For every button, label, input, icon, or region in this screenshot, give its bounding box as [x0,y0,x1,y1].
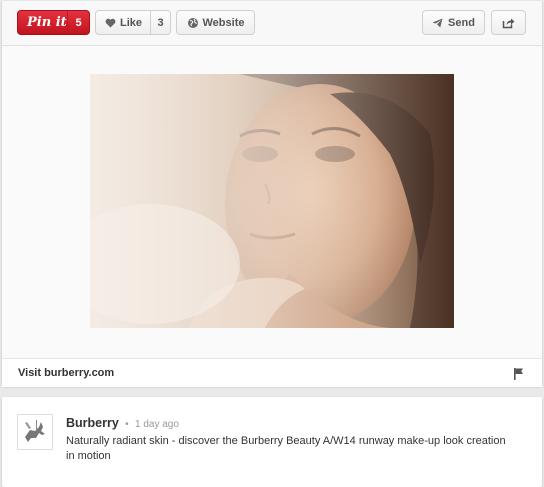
globe-icon [187,17,199,29]
pin-it-button[interactable]: Pin it 5 [17,10,90,35]
pinner-card: Burberry • 1 day ago Naturally radiant s… [2,397,542,487]
pin-timestamp: 1 day ago [135,419,179,430]
flag-icon[interactable] [514,367,524,385]
pin-image-area [2,46,542,358]
burberry-knight-logo [25,420,45,442]
pin-count: 5 [67,11,89,34]
share-arrow-icon [502,17,515,29]
pin-it-label: Pin it [27,15,67,30]
heart-icon [105,18,116,28]
separator-dot: • [125,419,129,430]
pin-toolbar: Pin it 5 Like 3 Website Send [2,1,542,46]
pinner-line: Burberry • 1 day ago [66,416,179,430]
like-button[interactable]: Like 3 [95,10,171,35]
website-button[interactable]: Website [176,10,255,35]
paper-plane-icon [432,17,443,28]
pinner-name[interactable]: Burberry [66,416,119,430]
like-count: 3 [150,11,170,34]
visit-bar: Visit burberry.com [2,358,542,387]
share-button[interactable] [491,10,526,35]
visit-site-link[interactable]: Visit burberry.com [18,367,114,379]
send-button[interactable]: Send [422,10,485,35]
pin-description: Naturally radiant skin - discover the Bu… [66,435,506,462]
send-label: Send [448,16,475,29]
website-label: Website [202,16,245,29]
pin-card: Pin it 5 Like 3 Website Send Visit burbe… [2,1,542,387]
pin-photo[interactable] [90,74,454,328]
avatar[interactable] [17,414,53,450]
like-label: Like [120,16,143,29]
